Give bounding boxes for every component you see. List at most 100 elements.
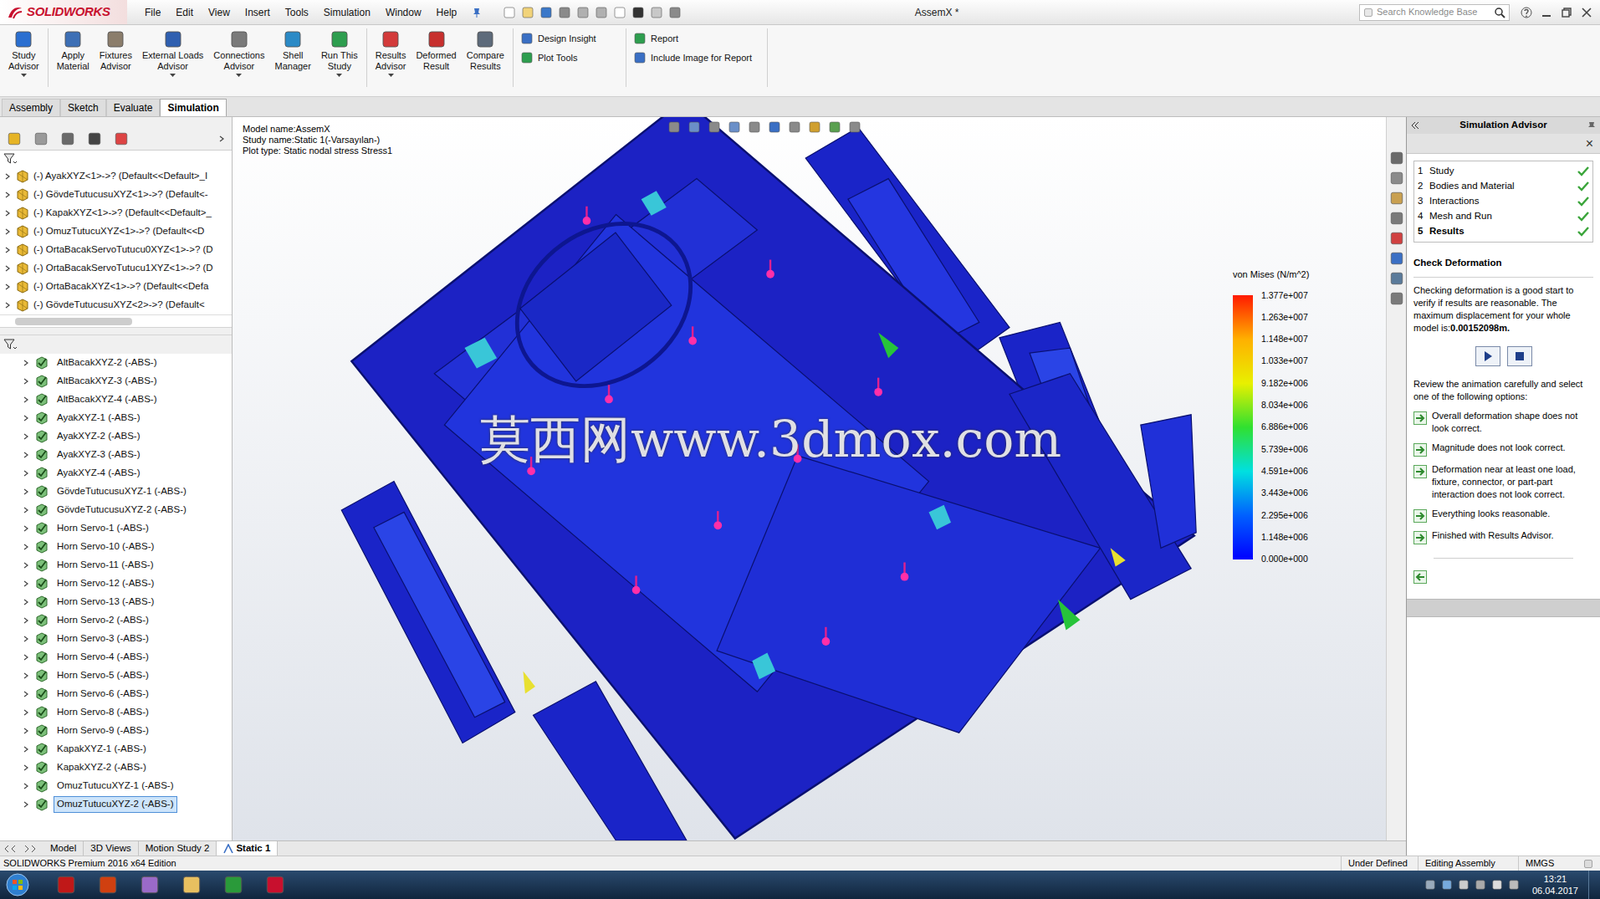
panel-tab-icon[interactable] <box>60 131 76 147</box>
task-pane-icon[interactable] <box>1389 291 1405 307</box>
tree-row[interactable]: (-) OmuzTutucuXYZ<1>->? (Default<<D <box>0 222 232 241</box>
task-pane-icon[interactable] <box>1389 150 1405 166</box>
task-pane-icon[interactable] <box>1389 230 1405 246</box>
task-pane-icon[interactable] <box>1389 170 1405 186</box>
expand-arrow-icon[interactable] <box>21 801 31 808</box>
toolbar-icon[interactable] <box>631 5 645 20</box>
minimize-icon[interactable] <box>1539 5 1554 20</box>
dropdown-arrow-icon[interactable] <box>388 73 394 78</box>
expand-arrow-icon[interactable] <box>21 654 31 661</box>
tray-icon[interactable] <box>1424 879 1437 891</box>
expand-arrow-icon[interactable] <box>21 580 31 588</box>
expand-arrow-icon[interactable] <box>3 228 12 236</box>
expand-arrow-icon[interactable] <box>21 470 31 477</box>
menu-item[interactable]: File <box>137 5 169 21</box>
part-row[interactable]: Horn Servo-8 (-ABS-) <box>0 703 232 722</box>
menu-item[interactable]: View <box>200 5 238 21</box>
task-pane-icon[interactable] <box>1389 190 1405 206</box>
expand-arrow-icon[interactable] <box>21 635 31 643</box>
advisor-option[interactable]: Deformation near at least one load, fixt… <box>1413 463 1594 501</box>
expand-arrow-icon[interactable] <box>3 301 12 309</box>
graphics-viewport[interactable]: Model name:AssemXStudy name:Static 1(-Va… <box>232 117 1386 841</box>
panel-tab-icon[interactable] <box>6 131 22 147</box>
expand-arrow-icon[interactable] <box>3 173 12 180</box>
taskbar-app-icon[interactable] <box>212 872 255 898</box>
tray-icon[interactable] <box>1507 879 1520 891</box>
expand-arrow-icon[interactable] <box>21 562 31 569</box>
part-row[interactable]: GövdeTutucusuXYZ-1 (-ABS-) <box>0 482 232 501</box>
expand-icon[interactable] <box>218 135 225 143</box>
ribbon-button[interactable]: Run ThisStudy <box>316 28 363 78</box>
tree-row[interactable]: (-) AyakXYZ<1>->? (Default<<Default>_I <box>0 167 232 186</box>
toolbar-icon[interactable] <box>502 5 517 20</box>
task-pane-icon[interactable] <box>1389 210 1405 226</box>
ribbon-button[interactable]: StudyAdvisor <box>3 28 45 78</box>
magnifier-icon[interactable] <box>1493 6 1506 19</box>
part-row[interactable]: Horn Servo-5 (-ABS-) <box>0 666 232 685</box>
command-tab[interactable]: Assembly <box>1 98 61 117</box>
splitter[interactable] <box>0 327 232 336</box>
tray-icon[interactable] <box>1441 879 1453 891</box>
ribbon-button[interactable]: ConnectionsAdvisor <box>208 28 270 78</box>
restore-icon[interactable] <box>1559 5 1574 20</box>
dropdown-arrow-icon[interactable] <box>169 73 176 78</box>
advisor-option[interactable]: Magnitude does not look correct. <box>1413 441 1594 457</box>
horizontal-scrollbar[interactable] <box>3 315 229 328</box>
panel-tab-icon[interactable] <box>113 131 129 147</box>
expand-arrow-icon[interactable] <box>3 191 12 199</box>
expand-arrow-icon[interactable] <box>21 506 31 514</box>
stop-icon[interactable] <box>1507 346 1533 367</box>
expand-arrow-icon[interactable] <box>21 598 31 606</box>
pin-icon[interactable] <box>470 6 483 19</box>
advisor-option[interactable]: Everything looks reasonable. <box>1413 507 1594 523</box>
part-row[interactable]: OmuzTutucuXYZ-2 (-ABS-) <box>0 795 232 814</box>
ribbon-small-button[interactable]: Design Insight <box>520 31 619 47</box>
status-icon[interactable] <box>1583 858 1594 870</box>
tree-row[interactable]: (-) GövdeTutucusuXYZ<1>->? (Default<- <box>0 185 232 205</box>
taskbar-app-icon[interactable] <box>128 872 171 898</box>
filter-icon[interactable] <box>3 153 17 165</box>
tab-scroll-icon[interactable] <box>3 844 37 854</box>
panel-tab-icon[interactable] <box>86 131 103 147</box>
toolbar-icon[interactable] <box>576 5 590 20</box>
menu-item[interactable]: Edit <box>168 5 201 21</box>
menu-item[interactable]: Window <box>378 5 430 21</box>
filter-icon[interactable] <box>3 338 17 351</box>
advisor-close[interactable]: × <box>1585 137 1594 151</box>
advisor-step[interactable]: 4Mesh and Run <box>1417 209 1590 225</box>
taskbar-app-icon[interactable] <box>254 872 297 898</box>
tree-row[interactable]: (-) OrtaBacakServoTutucu0XYZ<1>->? (D <box>0 240 232 260</box>
view-tool-icon[interactable] <box>787 120 802 134</box>
advisor-step[interactable]: 3Interactions <box>1417 194 1590 210</box>
menu-item[interactable]: Tools <box>277 5 317 21</box>
bottom-tab[interactable]: Motion Study 2 <box>138 841 218 856</box>
part-row[interactable]: Horn Servo-12 (-ABS-) <box>0 574 232 593</box>
bottom-tab[interactable]: Static 1 <box>216 841 278 856</box>
bottom-tab[interactable]: Model <box>43 841 84 856</box>
expand-arrow-icon[interactable] <box>3 209 12 217</box>
collapse-icon[interactable] <box>1410 121 1421 130</box>
part-row[interactable]: Horn Servo-4 (-ABS-) <box>0 648 232 667</box>
part-row[interactable]: OmuzTutucuXYZ-1 (-ABS-) <box>0 776 232 796</box>
expand-arrow-icon[interactable] <box>21 543 31 551</box>
part-row[interactable]: Horn Servo-11 (-ABS-) <box>0 556 232 575</box>
help-icon[interactable] <box>1519 5 1534 20</box>
toolbar-icon[interactable] <box>668 5 682 20</box>
view-tool-icon[interactable] <box>767 120 782 134</box>
expand-arrow-icon[interactable] <box>21 672 31 680</box>
ribbon-small-button[interactable]: Include Image for Report <box>633 51 761 66</box>
expand-arrow-icon[interactable] <box>3 246 12 254</box>
scroll-thumb[interactable] <box>15 317 133 326</box>
part-row[interactable]: AltBacakXYZ-4 (-ABS-) <box>0 390 232 409</box>
tree-row[interactable]: (-) GövdeTutucusuXYZ<2>->? (Default< <box>0 296 232 315</box>
view-tool-icon[interactable] <box>727 120 742 134</box>
part-row[interactable]: AltBacakXYZ-2 (-ABS-) <box>0 353 232 373</box>
expand-arrow-icon[interactable] <box>21 690 31 698</box>
menu-item[interactable]: Help <box>429 5 466 21</box>
advisor-step[interactable]: 1Study <box>1417 163 1590 179</box>
expand-arrow-icon[interactable] <box>21 709 31 716</box>
panel-tab-icon[interactable] <box>33 131 49 147</box>
tree-row[interactable]: (-) KapakXYZ<1>->? (Default<<Default>_ <box>0 204 232 223</box>
expand-arrow-icon[interactable] <box>3 265 12 272</box>
show-desktop[interactable] <box>1588 870 1597 899</box>
